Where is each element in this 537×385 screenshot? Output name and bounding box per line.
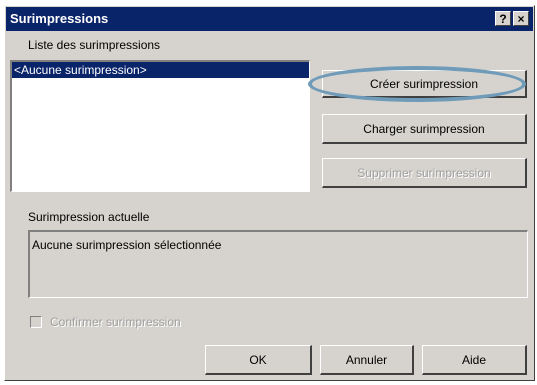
close-icon[interactable]: × (513, 11, 529, 26)
create-overlay-button[interactable]: Créer surimpression (322, 70, 527, 98)
title-bar: Surimpressions ? × (6, 7, 533, 31)
overlay-list[interactable]: <Aucune surimpression> (10, 60, 310, 192)
window-title: Surimpressions (10, 11, 109, 26)
overlay-list-label: Liste des surimpressions (28, 38, 161, 52)
help-button[interactable]: Aide (422, 345, 527, 375)
ok-button[interactable]: OK (205, 345, 312, 375)
delete-overlay-button: Supprimer surimpression (322, 158, 527, 188)
help-icon[interactable]: ? (495, 11, 511, 26)
load-overlay-button[interactable]: Charger surimpression (322, 114, 527, 144)
current-overlay-value: Aucune surimpression sélectionnée (32, 238, 222, 252)
confirm-overlay-label: Confirmer surimpression (50, 315, 181, 329)
current-overlay-label: Surimpression actuelle (28, 210, 150, 224)
list-item[interactable]: <Aucune surimpression> (12, 62, 309, 78)
cancel-button[interactable]: Annuler (320, 345, 414, 375)
confirm-overlay-checkbox (30, 316, 42, 328)
current-overlay-box: Aucune surimpression sélectionnée (28, 230, 528, 298)
